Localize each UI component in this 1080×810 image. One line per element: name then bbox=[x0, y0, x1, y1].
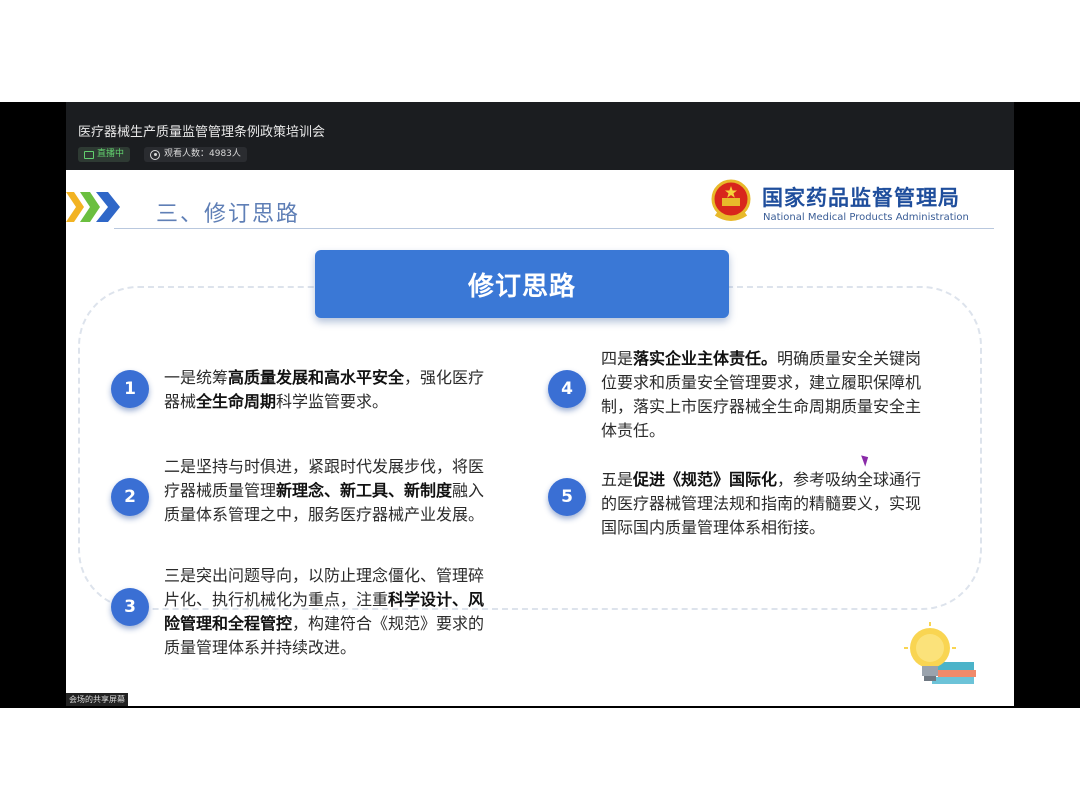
meeting-header: 医疗器械生产质量监管管理条例政策培训会 直播中 观看人数：4983人 bbox=[66, 102, 1014, 170]
chevron-arrows-icon bbox=[66, 192, 120, 222]
item-text: 三是突出问题导向，以防止理念僵化、管理碎片化、执行机械化为重点，注重科学设计、风… bbox=[164, 564, 494, 660]
lightbulb-icon bbox=[904, 622, 976, 684]
shared-slide: 三、修订思路 国家药品监督管理局 National Medical Produc… bbox=[66, 170, 1014, 706]
agency-name-en: National Medical Products Administration bbox=[763, 212, 969, 223]
viewer-count-badge[interactable]: 观看人数：4983人 bbox=[144, 147, 247, 162]
item-text: 一是统筹高质量发展和高水平安全，强化医疗器械全生命周期科学监管要求。 bbox=[164, 366, 494, 414]
text-segment: 五是 bbox=[601, 470, 634, 489]
meeting-title: 医疗器械生产质量监管管理条例政策培训会 bbox=[78, 125, 326, 140]
eye-icon bbox=[150, 149, 160, 160]
nmpa-logo: 国家药品监督管理局 National Medical Products Admi… bbox=[706, 178, 1006, 228]
viewer-count-label: 观看人数：4983人 bbox=[164, 149, 241, 159]
item-text: 二是坚持与时俱进，紧跟时代发展步伐，将医疗器械质量管理新理念、新工具、新制度融入… bbox=[164, 455, 494, 527]
national-emblem-icon bbox=[711, 179, 751, 221]
text-segment-bold: 促进《规范》国际化 bbox=[633, 470, 778, 489]
screen-share-label: 会场的共享屏幕 bbox=[66, 693, 128, 706]
text-segment: 科学监管要求。 bbox=[276, 392, 389, 411]
content-frame bbox=[78, 286, 982, 610]
section-title: 三、修订思路 bbox=[156, 202, 301, 227]
text-segment-bold: 高质量发展和高水平安全 bbox=[228, 368, 405, 387]
item-number-badge: 4 bbox=[548, 370, 586, 408]
live-label: 直播中 bbox=[97, 149, 125, 159]
text-segment-bold: 全生命周期 bbox=[196, 392, 277, 411]
slide-banner-title: 修订思路 bbox=[315, 250, 729, 318]
text-segment-bold: 落实企业主体责任。 bbox=[633, 349, 778, 368]
text-segment-bold: 新理念、新工具、新制度 bbox=[276, 481, 453, 500]
item-number-badge: 5 bbox=[548, 478, 586, 516]
text-segment: 一是统筹 bbox=[164, 368, 229, 387]
item-text: 四是落实企业主体责任。明确质量安全关键岗位要求和质量安全管理要求，建立履职保障机… bbox=[601, 347, 931, 443]
text-segment: 四是 bbox=[601, 349, 634, 368]
item-number-badge: 3 bbox=[111, 588, 149, 626]
agency-name-cn: 国家药品监督管理局 bbox=[762, 186, 960, 210]
header-divider bbox=[114, 228, 994, 229]
live-status-badge: 直播中 bbox=[78, 147, 131, 162]
item-number-badge: 1 bbox=[111, 370, 149, 408]
item-text: 五是促进《规范》国际化，参考吸纳全球通行的医疗器械管理法规和指南的精髓要义，实现… bbox=[601, 468, 931, 540]
item-number-badge: 2 bbox=[111, 478, 149, 516]
video-camera-icon bbox=[84, 150, 94, 159]
